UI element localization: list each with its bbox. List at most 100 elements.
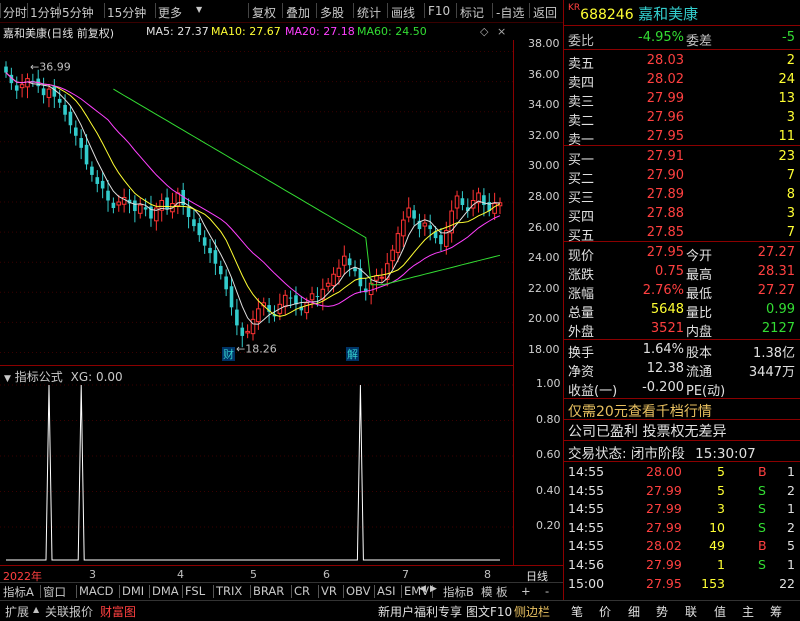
quote-tab-4[interactable]: 联 (685, 603, 697, 620)
status-right-1[interactable]: 图文F10 (466, 603, 512, 620)
bids-row[interactable]: 买四 27.88 3 (568, 205, 797, 225)
tick-time: 14:56 (568, 557, 605, 572)
stat-value: 0.75 (655, 264, 684, 279)
asks-price: 28.03 (646, 53, 684, 68)
indicator-tab-3[interactable]: DMI (122, 584, 144, 598)
toolbar-left-1[interactable]: 1分钟 (30, 4, 62, 21)
status-left-2[interactable]: 财富图 (100, 603, 136, 620)
promo-link[interactable]: 仅需20元查看千档行情 (568, 401, 712, 421)
bids-volume: 3 (786, 206, 795, 221)
stat-row: 涨幅 2.76% 最低 27.27 (568, 282, 797, 302)
asks-row[interactable]: 卖三 27.99 13 (568, 90, 797, 110)
company-notice: 公司已盈利 投票权无差异 (568, 424, 727, 440)
tick-direction: B (758, 464, 767, 479)
toolbar-right-7[interactable]: -自选 (496, 4, 524, 21)
indicator-dropdown-icon[interactable]: ▼ (4, 374, 11, 384)
toolbar-right-1[interactable]: 叠加 (286, 4, 310, 21)
quote-tab-0[interactable]: 笔 (571, 603, 583, 620)
indicator-tab-6[interactable]: TRIX (216, 584, 242, 598)
bids-volume: 7 (786, 168, 795, 183)
toolbar-right-3[interactable]: 统计 (357, 4, 381, 21)
indicator-tab-right-2[interactable]: + (521, 584, 531, 598)
month-8: 8 (484, 568, 491, 581)
status-right-0[interactable]: 新用户福利专享 (378, 603, 462, 620)
toolbar-right-4[interactable]: 画线 (391, 4, 415, 21)
status-right-2[interactable]: 侧边栏 (514, 603, 550, 620)
indicator-tab-0[interactable]: 指标A (3, 584, 34, 600)
toolbar-left-2[interactable]: 5分钟 (62, 4, 94, 21)
candle (449, 200, 454, 243)
webi-row: 委比 -4.95% 委差 -5 (568, 29, 797, 49)
indicator-tab-2[interactable]: MACD (79, 584, 113, 598)
toolbar-left-3[interactable]: 15分钟 (107, 4, 146, 21)
candlestick-chart[interactable]: ←36.99 ←18.26财 解 (0, 40, 513, 365)
expand-dropdown-icon[interactable]: ▲ (33, 605, 39, 614)
tick-direction: S (758, 501, 766, 517)
toolbar-right-2[interactable]: 多股 (320, 4, 344, 21)
tick-row: 14:55 27.99 5 S 2 (568, 482, 797, 501)
stat-value: 0.99 (766, 302, 795, 317)
indicator-tab-10[interactable]: OBV (346, 584, 370, 598)
indicator-tab-8[interactable]: CR (294, 584, 310, 598)
stat-label: 外盘 (568, 325, 595, 340)
toolbar-left-4[interactable]: 更多 (158, 4, 182, 21)
candle (111, 197, 116, 214)
candle (384, 253, 390, 287)
candle (68, 106, 73, 134)
asks-row[interactable]: 卖一 27.95 11 (568, 128, 797, 148)
indicator-tab-5[interactable]: FSL (185, 584, 205, 598)
stat-value: 3447万 (748, 365, 795, 380)
close-icon[interactable]: × (497, 25, 506, 38)
indicator-header[interactable]: ▼ 指标公式 XG: 0.00 (4, 368, 123, 385)
candle (197, 217, 202, 242)
indicator-pane[interactable]: ▼ 指标公式 XG: 0.00 (0, 365, 514, 566)
tick-count: 1 (787, 557, 795, 572)
svg-text:财: 财 (223, 347, 234, 361)
finance-marker[interactable]: 财 (222, 347, 235, 361)
status-left-0[interactable]: 扩展 (5, 603, 29, 620)
quote-tab-2[interactable]: 细 (628, 603, 640, 620)
candle (358, 259, 363, 294)
indicator-tick: 0.60 (536, 448, 561, 461)
toolbar-right-8[interactable]: 返回 (533, 4, 557, 21)
toolbar-right-6[interactable]: 标记 (460, 4, 484, 21)
indicator-tab-4[interactable]: DMA (152, 584, 179, 598)
bids-row[interactable]: 买五 27.85 7 (568, 224, 797, 244)
indicator-tab-9[interactable]: VR (321, 584, 337, 598)
quote-tab-1[interactable]: 价 (599, 603, 611, 620)
stat-row: 外盘 3521 内盘 2127 (568, 320, 797, 340)
asks-row[interactable]: 卖四 28.02 24 (568, 71, 797, 91)
chart-title-line: 嘉和美康(日线 前复权) MA5: 27.37 MA10: 27.67 MA20… (0, 22, 513, 40)
stat2-row: 换手 1.64% 股本 1.38亿 (568, 341, 797, 361)
asks-row[interactable]: 卖五 28.03 2 (568, 52, 797, 72)
tabs-scroll-left-icon[interactable]: ◀ (419, 584, 426, 594)
quote-tab-3[interactable]: 势 (656, 603, 668, 620)
toolbar-left-0[interactable]: 分时 (3, 4, 27, 21)
bids-row[interactable]: 买二 27.90 7 (568, 167, 797, 187)
candlestick-pane[interactable]: ←36.99 ←18.26 财 解 (0, 40, 514, 365)
diamond-icon[interactable]: ◇ (480, 25, 488, 38)
indicator-tab-right-1[interactable]: 模 板 (481, 584, 508, 600)
indicator-tick: 0.80 (536, 412, 561, 426)
bids-row[interactable]: 买三 27.89 8 (568, 186, 797, 206)
asks-row[interactable]: 卖二 27.96 3 (568, 109, 797, 129)
tabs-scroll-right-icon[interactable]: ▶ (430, 584, 437, 594)
indicator-tab-right-3[interactable]: - (545, 584, 549, 598)
indicator-tab-1[interactable]: 窗口 (43, 584, 66, 600)
quote-tab-7[interactable]: 筹 (770, 603, 782, 620)
ma20-line (5, 72, 501, 307)
unlock-marker[interactable]: 解 (346, 347, 359, 361)
quote-tab-6[interactable]: 主 (742, 603, 754, 620)
more-dropdown-icon[interactable]: ▼ (196, 5, 202, 14)
price-tick: 36.00 (528, 67, 560, 81)
tick-direction: B (758, 538, 767, 554)
toolbar-right-0[interactable]: 复权 (252, 4, 276, 21)
toolbar-right-5[interactable]: F10 (428, 4, 450, 18)
tick-row: 14:55 28.00 5 B 1 (568, 463, 797, 482)
bids-row[interactable]: 买一 27.91 23 (568, 148, 797, 168)
status-left-1[interactable]: 关联报价 (45, 603, 93, 620)
indicator-tab-right-0[interactable]: 指标B (443, 584, 474, 600)
quote-tab-5[interactable]: 值 (714, 603, 726, 620)
indicator-tab-11[interactable]: ASI (377, 584, 396, 598)
indicator-tab-7[interactable]: BRAR (253, 584, 284, 598)
